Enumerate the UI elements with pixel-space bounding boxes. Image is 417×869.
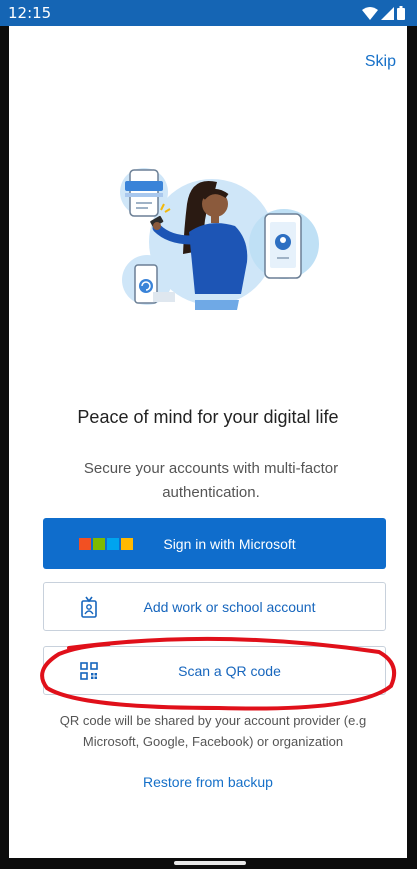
system-nav-bar <box>0 858 417 869</box>
signal-icon <box>381 6 394 20</box>
onboarding-screen: Skip Peace of mind for your digital life… <box>9 26 407 858</box>
battery-icon <box>397 6 405 20</box>
sign-in-microsoft-button[interactable]: Sign in with Microsoft <box>43 518 386 569</box>
badge-icon <box>80 596 98 618</box>
restore-from-backup-link[interactable]: Restore from backup <box>9 774 407 790</box>
wifi-icon <box>362 6 378 20</box>
add-work-account-button[interactable]: Add work or school account <box>43 582 386 631</box>
security-illustration <box>120 168 319 310</box>
qr-note: QR code will be shared by your account p… <box>59 713 367 749</box>
red-circle-annotation <box>40 636 396 711</box>
status-icons <box>362 6 405 20</box>
status-time: 12:15 <box>8 4 52 22</box>
home-indicator[interactable] <box>174 861 246 865</box>
status-bar: 12:15 <box>0 0 417 26</box>
headline: Peace of mind for your digital life <box>77 407 339 427</box>
subtext: Secure your accounts with multi-factor a… <box>83 460 339 501</box>
microsoft-logo-icon <box>79 537 133 550</box>
skip-button[interactable]: Skip <box>365 53 396 71</box>
